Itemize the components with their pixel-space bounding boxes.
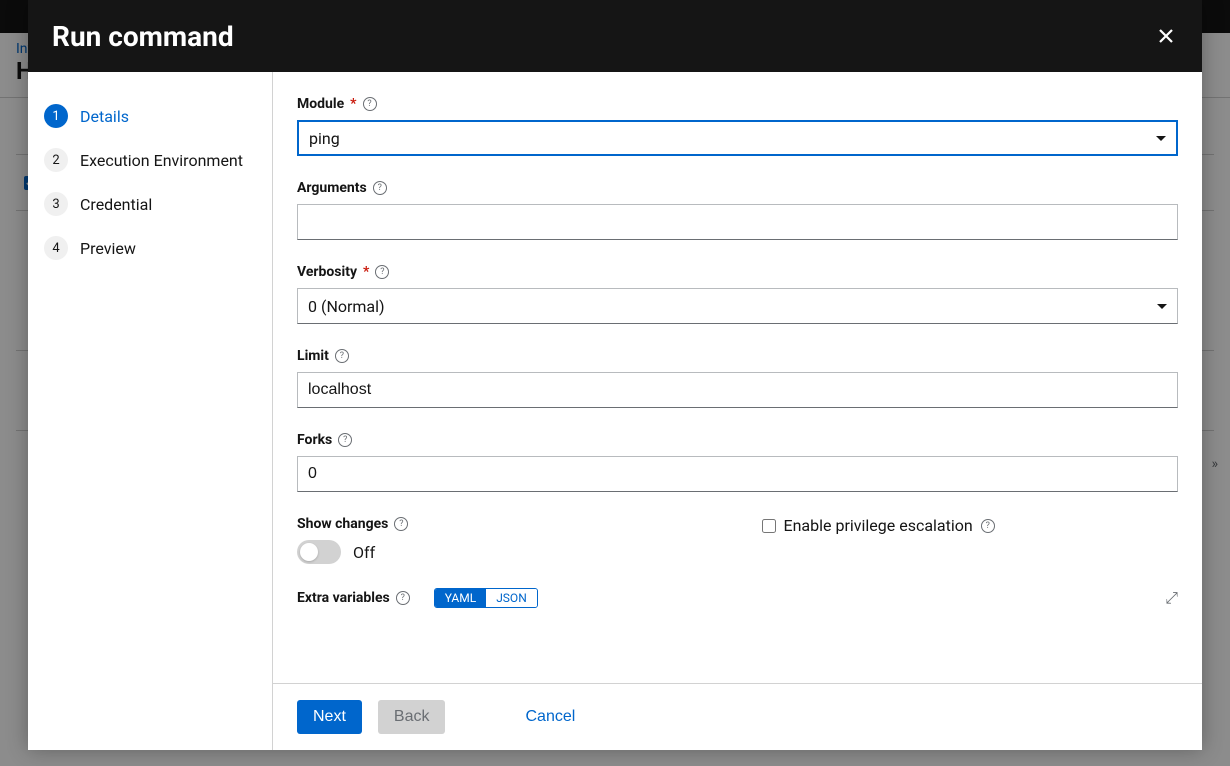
field-verbosity: Verbosity * ? 0 (Normal) (297, 264, 1178, 324)
wizard-step-credential[interactable]: 3 Credential (44, 184, 256, 224)
field-module: Module * ? ping (297, 96, 1178, 156)
show-changes-label: Show changes (297, 516, 388, 532)
help-icon[interactable]: ? (363, 97, 377, 111)
forks-input[interactable] (297, 456, 1178, 492)
limit-input[interactable] (297, 372, 1178, 408)
chevron-down-icon (1156, 136, 1166, 141)
step-label: Execution Environment (80, 151, 243, 170)
privilege-escalation-checkbox[interactable] (762, 519, 776, 533)
form-scroll[interactable]: Module * ? ping Arguments ? (273, 72, 1202, 683)
module-label: Module (297, 96, 344, 112)
field-privilege-escalation: Enable privilege escalation ? (762, 516, 1179, 564)
verbosity-value: 0 (Normal) (308, 297, 385, 316)
back-button[interactable]: Back (378, 700, 446, 734)
field-show-changes: Show changes ? Off (297, 516, 714, 564)
step-number: 1 (44, 104, 68, 128)
show-changes-toggle[interactable] (297, 540, 341, 564)
modal-header: Run command (28, 0, 1202, 72)
step-label: Details (80, 107, 129, 126)
module-select[interactable]: ping (297, 120, 1178, 156)
cancel-button[interactable]: Cancel (509, 700, 591, 734)
field-forks: Forks ? (297, 432, 1178, 492)
modal-title: Run command (52, 20, 234, 53)
help-icon[interactable]: ? (375, 265, 389, 279)
required-asterisk: * (363, 264, 369, 280)
arguments-label: Arguments (297, 180, 367, 196)
format-tabs: YAML JSON (434, 588, 538, 608)
field-arguments: Arguments ? (297, 180, 1178, 240)
expand-icon[interactable]: ⤢ (1165, 588, 1178, 608)
wizard-step-execution-environment[interactable]: 2 Execution Environment (44, 140, 256, 180)
help-icon[interactable]: ? (373, 181, 387, 195)
help-icon[interactable]: ? (396, 591, 410, 605)
verbosity-select[interactable]: 0 (Normal) (297, 288, 1178, 324)
next-button[interactable]: Next (297, 700, 362, 734)
privilege-escalation-label[interactable]: Enable privilege escalation (784, 516, 973, 535)
close-button[interactable] (1154, 24, 1178, 48)
wizard-step-preview[interactable]: 4 Preview (44, 228, 256, 268)
help-icon[interactable]: ? (394, 517, 408, 531)
forks-label: Forks (297, 432, 332, 448)
run-command-modal: Run command 1 Details 2 Execution Enviro… (28, 0, 1202, 750)
field-limit: Limit ? (297, 348, 1178, 408)
required-asterisk: * (350, 96, 356, 112)
step-label: Preview (80, 239, 136, 258)
verbosity-label: Verbosity (297, 264, 357, 280)
modal-footer: Next Back Cancel (273, 683, 1202, 750)
form-panel: Module * ? ping Arguments ? (273, 72, 1202, 750)
extra-variables-label: Extra variables (297, 590, 390, 606)
help-icon[interactable]: ? (338, 433, 352, 447)
json-tab[interactable]: JSON (486, 589, 537, 607)
step-number: 2 (44, 148, 68, 172)
module-value: ping (309, 129, 340, 148)
field-extra-variables: Extra variables ? YAML JSON ⤢ (297, 588, 1178, 608)
wizard-nav: 1 Details 2 Execution Environment 3 Cred… (28, 72, 273, 750)
close-icon (1157, 27, 1175, 45)
help-icon[interactable]: ? (335, 349, 349, 363)
limit-label: Limit (297, 348, 329, 364)
arguments-input[interactable] (297, 204, 1178, 240)
toggle-state: Off (353, 543, 375, 562)
step-number: 3 (44, 192, 68, 216)
chevron-down-icon (1157, 304, 1167, 309)
yaml-tab[interactable]: YAML (435, 589, 486, 607)
help-icon[interactable]: ? (981, 519, 995, 533)
step-number: 4 (44, 236, 68, 260)
step-label: Credential (80, 195, 152, 214)
wizard-step-details[interactable]: 1 Details (44, 96, 256, 136)
